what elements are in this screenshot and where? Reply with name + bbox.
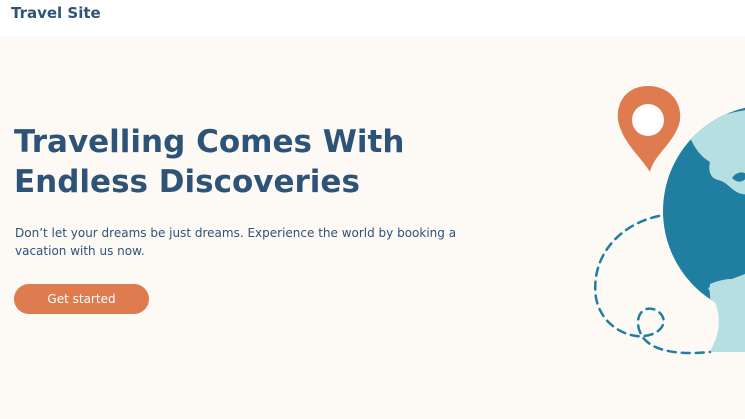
travel-illustration [593,86,745,355]
site-logo[interactable]: Travel Site [11,4,101,22]
hero-headline-line-1: Travelling Comes With [14,124,405,160]
top-navbar: Travel Site [0,0,745,36]
hero-description-line-2: vacation with us now. [15,244,145,258]
globe-illustration [663,107,745,352]
map-pin-icon [617,86,681,172]
get-started-button[interactable]: Get started [14,284,149,314]
hero-description-line-1: Don’t let your dreams be just dreams. Ex… [15,226,457,240]
hero-headline: Travelling Comes With Endless Discoverie… [14,122,534,202]
hero-headline-line-2: Endless Discoveries [14,164,360,200]
hero-description: Don’t let your dreams be just dreams. Ex… [15,224,485,260]
